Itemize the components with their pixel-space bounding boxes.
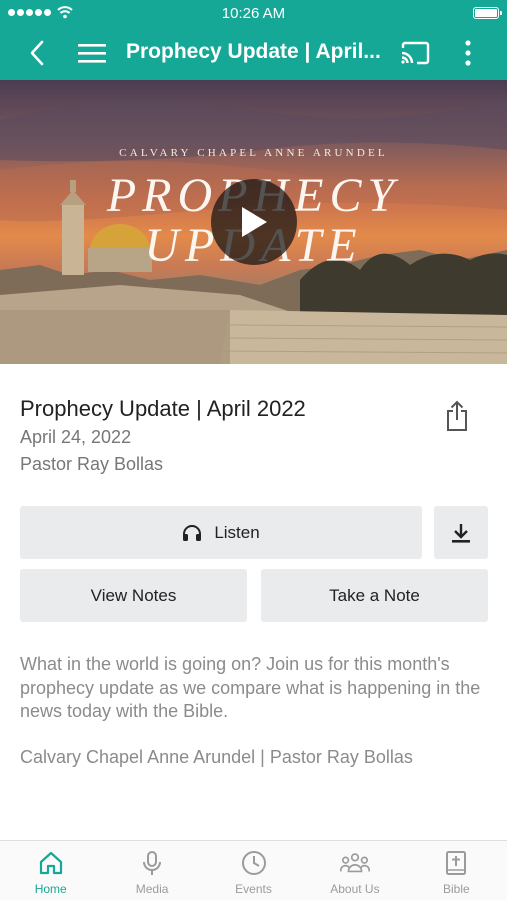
tab-about-us-label: About Us [330,882,380,896]
download-button[interactable] [434,506,488,559]
battery-icon [473,7,502,19]
bottom-tab-bar: Home Media Events About Us Bible [0,840,507,900]
tab-media-label: Media [135,882,169,896]
tab-events-label: Events [235,882,272,896]
tab-home[interactable]: Home [0,841,101,900]
more-vertical-icon [465,40,471,66]
sermon-hero-video[interactable]: CALVARY CHAPEL ANNE ARUNDEL PROPHECY UPD… [0,80,507,364]
listen-label: Listen [214,522,260,542]
tab-bible[interactable]: Bible [406,841,507,900]
sermon-credit: Calvary Chapel Anne Arundel | Pastor Ray… [20,747,413,767]
sermon-speaker: Pastor Ray Bollas [20,454,164,474]
status-time: 10:26 AM [221,5,286,22]
hamburger-menu-icon [78,44,106,63]
sermon-title: Prophecy Update | April 2022 [20,396,306,421]
app-bar: Prophecy Update | April... [0,26,507,80]
page-title: Prophecy Update | April... [126,40,381,63]
share-button[interactable] [440,398,474,434]
cast-button[interactable] [398,38,432,68]
microphone-icon [143,851,162,875]
top-bar: 10:26 AM Prophecy Update | April... [0,0,507,80]
take-a-note-button[interactable]: Take a Note [261,569,488,622]
back-button[interactable] [22,38,52,68]
tab-media[interactable]: Media [101,841,202,900]
headphones-icon [183,524,202,541]
sermon-date: April 24, 2022 [20,427,132,447]
menu-button[interactable] [76,38,108,68]
view-notes-label: View Notes [90,585,177,605]
play-button[interactable] [211,179,297,265]
share-icon [447,400,467,431]
tab-about-us[interactable]: About Us [304,841,405,900]
play-icon [242,207,267,237]
tab-home-label: Home [34,882,67,896]
home-icon [39,851,62,875]
group-icon [339,853,370,873]
chevron-left-icon [30,40,44,66]
listen-button[interactable]: Listen [20,506,422,559]
hero-church-name: CALVARY CHAPEL ANNE ARUNDEL [119,147,388,159]
download-icon [452,523,470,543]
bible-icon [446,851,467,875]
status-bar: 10:26 AM [0,0,507,26]
tab-events[interactable]: Events [203,841,304,900]
sermon-description: What in the world is going on? Join us f… [20,654,481,721]
more-options-button[interactable] [455,38,481,68]
clock-icon [241,851,266,875]
cast-icon [401,41,430,65]
view-notes-button[interactable]: View Notes [20,569,247,622]
take-a-note-label: Take a Note [329,585,420,605]
tab-bible-label: Bible [442,882,470,896]
